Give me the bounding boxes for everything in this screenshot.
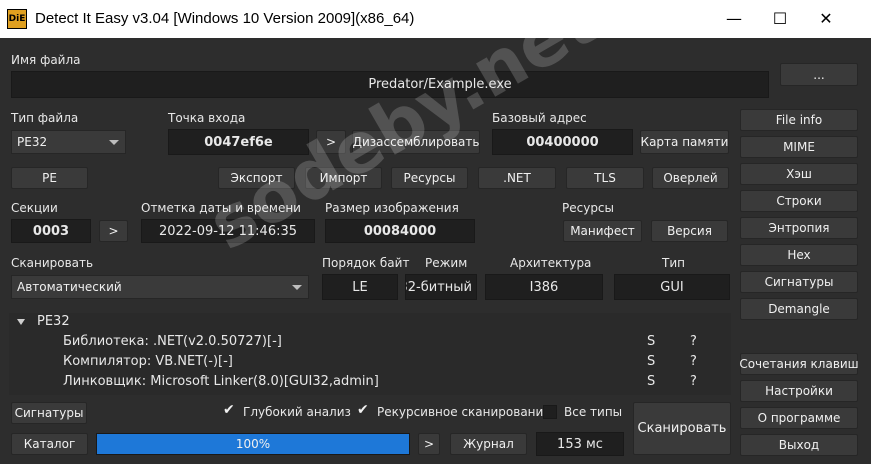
hex-button[interactable]: Hex bbox=[740, 244, 858, 266]
sections-field[interactable]: 0003 bbox=[11, 219, 91, 243]
type-label: Тип bbox=[662, 256, 685, 270]
pe-button[interactable]: PE bbox=[11, 167, 88, 189]
overlay-button[interactable]: Оверлей bbox=[652, 167, 729, 189]
type-field[interactable]: GUI bbox=[614, 274, 730, 300]
entry-point-label: Точка входа bbox=[168, 111, 246, 125]
about-button[interactable]: О программе bbox=[740, 407, 858, 429]
disassemble-button[interactable]: Дизассемблировать bbox=[352, 130, 480, 154]
settings-button[interactable]: Настройки bbox=[740, 380, 858, 402]
import-button[interactable]: Импорт bbox=[305, 167, 382, 189]
entry-point-go-button[interactable]: > bbox=[316, 130, 346, 154]
resources-label: Ресурсы bbox=[562, 201, 615, 215]
tree-item-linker[interactable]: Линковщик: Microsoft Linker(8.0)[GUI32,a… bbox=[63, 374, 379, 389]
signature-s-marker[interactable]: S bbox=[647, 334, 655, 349]
log-button[interactable]: Журнал bbox=[450, 433, 527, 455]
window-title: Detect It Easy v3.04 [Windows 10 Version… bbox=[35, 10, 415, 27]
sections-go-button[interactable]: > bbox=[99, 220, 128, 242]
recursive-scan-checkbox[interactable]: Рекурсивное сканирование bbox=[356, 402, 551, 419]
image-size-field[interactable]: 00084000 bbox=[325, 219, 475, 243]
scan-label: Сканировать bbox=[11, 256, 94, 270]
hash-button[interactable]: Хэш bbox=[740, 163, 858, 185]
empty-checkbox-icon bbox=[543, 405, 557, 419]
title-bar: DiE Detect It Easy v3.04 [Windows 10 Ver… bbox=[0, 0, 871, 38]
manifest-button[interactable]: Манифест bbox=[563, 220, 642, 242]
collapse-icon[interactable] bbox=[17, 319, 25, 325]
checkmark-icon bbox=[222, 402, 236, 419]
checkmark-icon bbox=[356, 402, 370, 419]
app-logo-icon: DiE bbox=[7, 9, 27, 29]
info-question-marker[interactable]: ? bbox=[690, 354, 697, 369]
tree-root-item[interactable]: PE32 bbox=[37, 314, 70, 329]
chevron-down-icon bbox=[292, 285, 302, 290]
base-address-field[interactable]: 00400000 bbox=[492, 129, 633, 155]
byte-order-field[interactable]: LE bbox=[322, 274, 398, 300]
browse-button[interactable]: ... bbox=[780, 63, 858, 86]
file-type-label: Тип файла bbox=[11, 111, 79, 125]
deep-scan-checkbox[interactable]: Глубокий анализ bbox=[222, 402, 351, 419]
progress-go-button[interactable]: > bbox=[418, 433, 440, 455]
scan-progress-bar: 100% bbox=[96, 433, 410, 455]
tree-item-compiler[interactable]: Компилятор: VB.NET(-)[-] bbox=[63, 354, 233, 369]
demangle-button[interactable]: Demangle bbox=[740, 298, 858, 320]
signature-s-marker[interactable]: S bbox=[647, 354, 655, 369]
mode-field[interactable]: 32-битный bbox=[405, 274, 477, 300]
tree-item-library[interactable]: Библиотека: .NET(v2.0.50727)[-] bbox=[63, 334, 282, 349]
export-button[interactable]: Экспорт bbox=[218, 167, 295, 189]
deep-scan-label: Глубокий анализ bbox=[243, 405, 351, 419]
scan-results-tree: PE32 Библиотека: .NET(v2.0.50727)[-] S ?… bbox=[9, 313, 731, 395]
signature-s-marker[interactable]: S bbox=[647, 374, 655, 389]
chevron-down-icon bbox=[109, 140, 119, 145]
sections-label: Секции bbox=[11, 201, 58, 215]
version-button[interactable]: Версия bbox=[651, 220, 728, 242]
all-types-label: Все типы bbox=[564, 405, 623, 419]
tls-button[interactable]: TLS bbox=[566, 167, 644, 189]
catalog-button[interactable]: Каталог bbox=[11, 433, 88, 455]
file-name-label: Имя файла bbox=[11, 53, 81, 67]
file-info-button[interactable]: File info bbox=[740, 109, 858, 131]
scan-mode-select[interactable]: Автоматический bbox=[11, 275, 309, 299]
file-name-field[interactable]: Predator/Example.exe bbox=[11, 71, 769, 98]
scan-mode-value: Автоматический bbox=[17, 280, 122, 294]
maximize-button[interactable]: ☐ bbox=[757, 0, 803, 38]
info-question-marker[interactable]: ? bbox=[690, 374, 697, 389]
entry-point-field[interactable]: 0047ef6e bbox=[168, 129, 309, 155]
image-size-label: Размер изображения bbox=[325, 201, 459, 215]
timestamp-field[interactable]: 2022-09-12 11:46:35 bbox=[141, 219, 315, 243]
signatures-button[interactable]: Сигнатуры bbox=[11, 402, 87, 424]
mime-button[interactable]: MIME bbox=[740, 136, 858, 158]
timestamp-label: Отметка даты и времени bbox=[141, 201, 301, 215]
scan-time-field: 153 мс bbox=[536, 432, 624, 456]
scan-button[interactable]: Сканировать bbox=[633, 402, 731, 455]
architecture-field[interactable]: I386 bbox=[485, 274, 603, 300]
strings-button[interactable]: Строки bbox=[740, 190, 858, 212]
minimize-button[interactable]: — bbox=[711, 0, 757, 38]
progress-text: 100% bbox=[235, 437, 271, 451]
mode-label: Режим bbox=[425, 256, 468, 270]
net-button[interactable]: .NET bbox=[478, 167, 556, 189]
file-type-select[interactable]: PE32 bbox=[11, 130, 126, 154]
info-question-marker[interactable]: ? bbox=[690, 334, 697, 349]
base-address-label: Базовый адрес bbox=[492, 111, 587, 125]
file-type-value: PE32 bbox=[17, 135, 48, 149]
resources-button[interactable]: Ресурсы bbox=[391, 167, 468, 189]
entropy-button[interactable]: Энтропия bbox=[740, 217, 858, 239]
shortcuts-button[interactable]: Сочетания клавиш bbox=[739, 353, 859, 375]
exit-button[interactable]: Выход bbox=[740, 434, 858, 456]
byte-order-label: Порядок байт bbox=[322, 256, 410, 270]
architecture-label: Архитектура bbox=[510, 256, 592, 270]
memory-map-button[interactable]: Карта памяти bbox=[640, 130, 729, 154]
recursive-scan-label: Рекурсивное сканирование bbox=[377, 405, 551, 419]
side-signatures-button[interactable]: Сигнатуры bbox=[740, 271, 858, 293]
all-types-checkbox[interactable]: Все типы bbox=[543, 405, 622, 419]
close-button[interactable]: ✕ bbox=[803, 0, 849, 38]
